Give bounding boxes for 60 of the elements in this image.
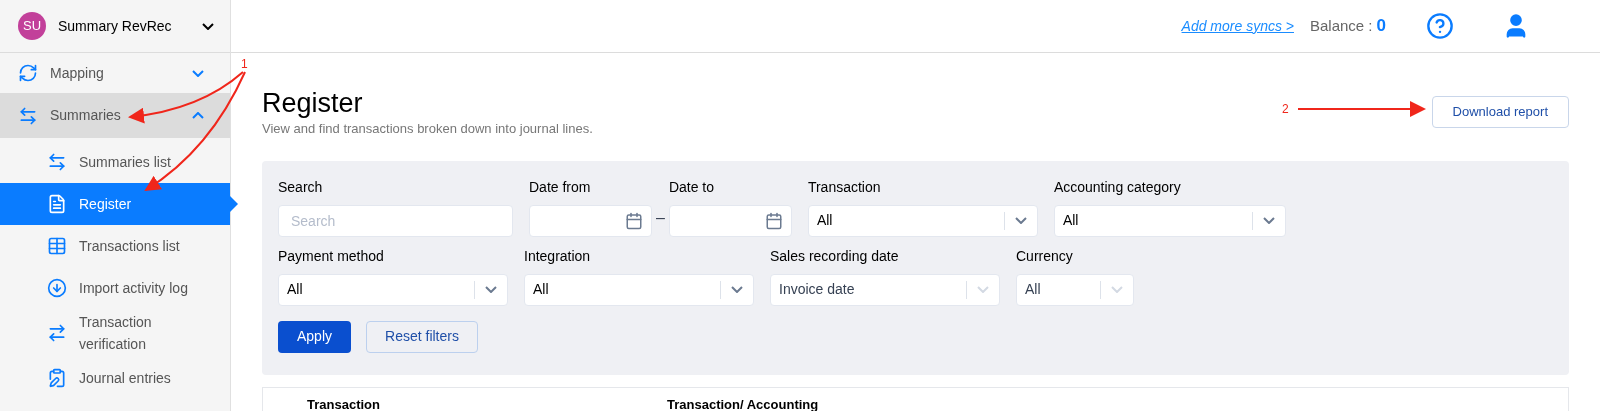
download-report-button[interactable]: Download report	[1431, 96, 1569, 128]
document-icon	[47, 194, 67, 214]
range-dash: –	[656, 207, 665, 228]
column-header[interactable]: Transaction	[307, 395, 667, 411]
sidebar-item[interactable]: Summaries list	[0, 141, 230, 183]
calendar-icon	[625, 211, 643, 230]
chevron-down-icon	[1262, 217, 1275, 224]
swap-arrows-icon	[47, 152, 67, 172]
workspace-avatar: SU	[18, 12, 46, 40]
reset-filters-button[interactable]: Reset filters	[366, 320, 478, 353]
date-field[interactable]	[529, 204, 652, 237]
clipboard-pen-icon	[47, 368, 67, 388]
field-label: Currency	[1016, 246, 1074, 266]
column-header[interactable]: Transaction/ Accounting	[667, 395, 819, 411]
field-label: Transaction	[807, 177, 882, 197]
balance-label: Balance :	[1310, 15, 1373, 36]
chevron-down-icon	[192, 69, 204, 77]
chevron-down-icon	[977, 286, 989, 293]
field-label: Date to	[668, 177, 716, 197]
pointer-notch	[230, 196, 238, 212]
sync-icon	[18, 63, 38, 83]
sidebar-item[interactable]: Transactions list	[0, 225, 230, 267]
sidebar-item[interactable]: Import activity log	[0, 267, 230, 309]
chevron-down-icon	[202, 22, 214, 30]
select-field[interactable]: All	[807, 204, 1038, 237]
search-field[interactable]: Search	[278, 204, 513, 237]
page-subtitle: View and find transactions broken down into journal lines.	[262, 120, 593, 138]
sidebar-section[interactable]: Summaries	[0, 93, 230, 138]
field-label: Accounting category	[1053, 177, 1182, 197]
table-icon	[47, 236, 67, 256]
field-label: Date from	[529, 177, 592, 197]
help-icon[interactable]	[1426, 12, 1454, 40]
date-field[interactable]	[668, 204, 792, 237]
section-label: Summaries	[50, 106, 122, 125]
chevron-down-icon	[1014, 217, 1027, 224]
calendar-icon	[764, 211, 783, 230]
field-label: Sales recording date	[770, 246, 900, 266]
field-label: Search	[278, 177, 324, 197]
apply-button[interactable]: Apply	[278, 320, 352, 353]
select-field[interactable]: All	[1053, 204, 1286, 237]
workspace-name[interactable]: Summary RevRec	[58, 15, 190, 37]
annotation-number: 1	[241, 57, 248, 71]
select-field[interactable]: All	[524, 273, 754, 306]
chevron-down-icon	[485, 286, 497, 293]
chevron-down-icon	[731, 286, 743, 293]
sidebar-section[interactable]: Mapping	[0, 53, 230, 93]
chevron-up-icon	[192, 112, 204, 119]
annotation-number: 2	[1282, 102, 1289, 116]
balance-value: 0	[1376, 15, 1386, 38]
sidebar-item[interactable]: Transaction verification	[0, 309, 230, 357]
select-field[interactable]: All	[278, 273, 508, 306]
download-circle-icon	[47, 278, 67, 298]
section-label: Mapping	[50, 63, 105, 83]
page-title: Register	[262, 87, 364, 119]
field-label: Payment method	[278, 246, 385, 266]
sidebar-item[interactable]: Journal entries	[0, 357, 230, 399]
swap-arrows-icon	[18, 105, 38, 126]
field-label: Integration	[524, 246, 592, 266]
chevron-down-icon	[1111, 286, 1123, 293]
sidebar-item[interactable]: Register	[0, 183, 230, 225]
